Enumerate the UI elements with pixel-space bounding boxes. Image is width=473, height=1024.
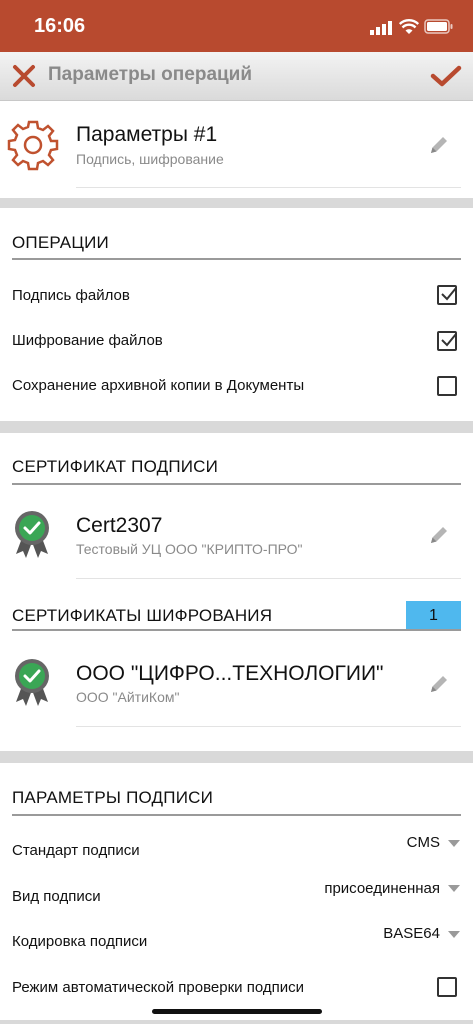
edit-icon[interactable] bbox=[428, 673, 450, 695]
certificate-icon bbox=[15, 511, 49, 558]
section-rule bbox=[12, 483, 461, 485]
close-icon[interactable] bbox=[12, 64, 36, 88]
page-title: Параметры операций bbox=[48, 64, 253, 85]
chevron-down-icon bbox=[448, 931, 460, 938]
sign-standard-label: Стандарт подписи bbox=[12, 842, 140, 859]
enc-cert-card[interactable]: ООО "ЦИФРО...ТЕХНОЛОГИИ" ООО "АйтиКом" bbox=[0, 640, 473, 728]
sign-type-select[interactable]: присоединенная bbox=[324, 880, 440, 897]
edit-icon[interactable] bbox=[428, 134, 450, 156]
section-separator bbox=[0, 198, 473, 208]
gear-icon bbox=[7, 120, 59, 171]
divider bbox=[76, 187, 461, 188]
section-rule bbox=[12, 258, 461, 260]
profile-title: Параметры #1 bbox=[76, 123, 218, 146]
profile-card[interactable]: Параметры #1 Подпись, шифрование bbox=[0, 101, 473, 198]
section-rule bbox=[12, 814, 461, 816]
check-icon bbox=[441, 287, 457, 301]
encrypt-files-checkbox[interactable] bbox=[437, 331, 457, 351]
enc-certs-count-badge: 1 bbox=[406, 601, 461, 630]
enc-cert-issuer: ООО "АйтиКом" bbox=[76, 689, 180, 705]
sign-cert-name: Cert2307 bbox=[76, 514, 163, 537]
sign-files-checkbox[interactable] bbox=[437, 285, 457, 305]
sign-type-label: Вид подписи bbox=[12, 888, 101, 905]
checkmark-icon[interactable] bbox=[430, 64, 462, 88]
sign-cert-header: СЕРТИФИКАТ ПОДПИСИ bbox=[12, 457, 219, 476]
home-indicator[interactable] bbox=[152, 1009, 322, 1014]
enc-cert-name: ООО "ЦИФРО...ТЕХНОЛОГИИ" bbox=[76, 662, 384, 685]
section-separator bbox=[0, 1020, 473, 1024]
encrypt-files-label: Шифрование файлов bbox=[12, 332, 163, 349]
sign-standard-select[interactable]: CMS bbox=[407, 834, 440, 851]
check-icon bbox=[441, 333, 457, 347]
status-time: 16:06 bbox=[34, 15, 86, 37]
autocheck-checkbox[interactable] bbox=[437, 977, 457, 997]
autocheck-label: Режим автоматической проверки подписи bbox=[12, 979, 304, 996]
divider bbox=[76, 726, 461, 727]
edit-icon[interactable] bbox=[428, 524, 450, 546]
sign-encoding-label: Кодировка подписи bbox=[12, 933, 148, 950]
certificate-icon bbox=[15, 659, 49, 706]
chevron-down-icon bbox=[448, 840, 460, 847]
operations-header: ОПЕРАЦИИ bbox=[12, 233, 109, 252]
battery-icon bbox=[424, 19, 453, 34]
sign-cert-issuer: Тестовый УЦ ООО "КРИПТО-ПРО" bbox=[76, 541, 303, 557]
chevron-down-icon bbox=[448, 885, 460, 892]
section-separator bbox=[0, 421, 473, 433]
profile-subtitle: Подпись, шифрование bbox=[76, 151, 224, 167]
toolbar: Параметры операций bbox=[0, 52, 473, 101]
status-bar: 16:06 bbox=[0, 0, 473, 52]
sign-params-header: ПАРАМЕТРЫ ПОДПИСИ bbox=[12, 788, 214, 807]
archive-copy-checkbox[interactable] bbox=[437, 376, 457, 396]
section-rule bbox=[12, 629, 461, 631]
sign-files-label: Подпись файлов bbox=[12, 287, 130, 304]
section-separator bbox=[0, 751, 473, 763]
enc-certs-header: СЕРТИФИКАТЫ ШИФРОВАНИЯ bbox=[12, 606, 273, 625]
sign-encoding-select[interactable]: BASE64 bbox=[383, 925, 440, 942]
wifi-icon bbox=[399, 19, 419, 34]
signal-icon bbox=[370, 21, 392, 35]
archive-copy-label: Сохранение архивной копии в Документы bbox=[12, 377, 305, 394]
divider bbox=[76, 578, 461, 579]
sign-cert-card[interactable]: Cert2307 Тестовый УЦ ООО "КРИПТО-ПРО" bbox=[0, 495, 473, 579]
